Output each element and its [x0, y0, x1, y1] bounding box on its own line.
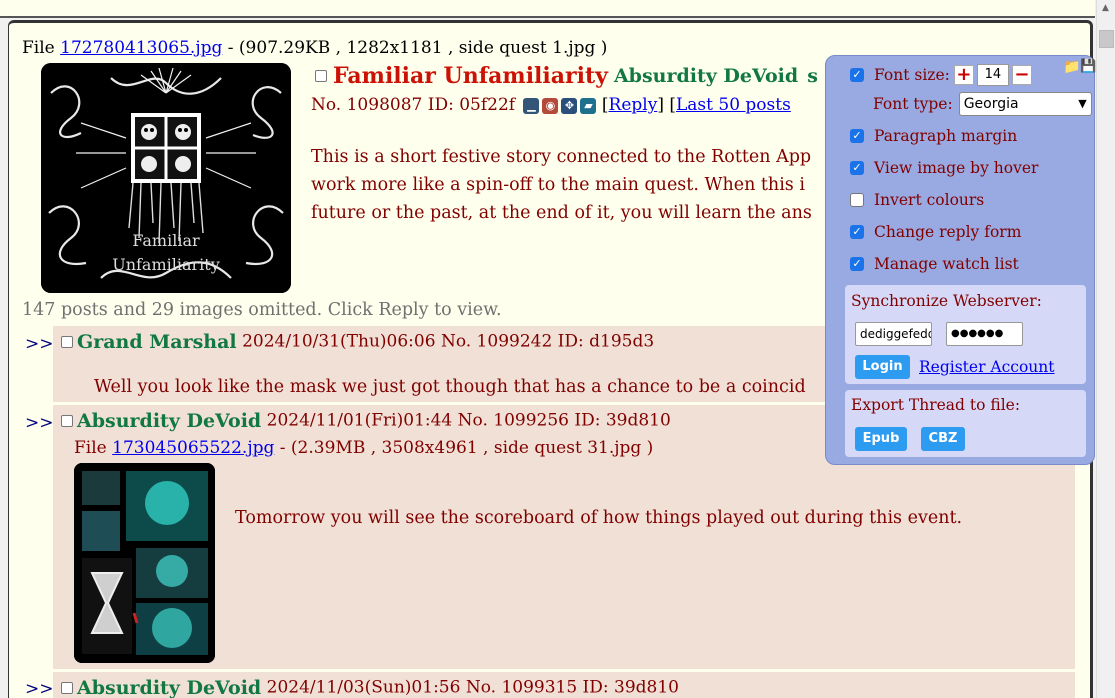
username-input[interactable]: dediggefedd [855, 322, 932, 346]
font-size-decrease-button[interactable]: − [1011, 65, 1032, 85]
reply-poster-name: Grand Marshal [77, 331, 237, 353]
op-header: Familiar Unfamiliarity Absurdity DeVoid s [315, 63, 818, 89]
watch-eye-icon[interactable]: ◉ [542, 97, 559, 114]
reply-file-label: File [74, 438, 107, 458]
browser-top-band [0, 0, 1095, 18]
font-type-row: Font type: Georgia ▼ [873, 92, 1092, 116]
reply-poster-name: Absurdity DeVoid [77, 410, 262, 432]
op-post-meta: No. 1098087 ID: 05f22f [311, 95, 516, 115]
login-button[interactable]: Login [855, 355, 910, 379]
paragraph-margin-checkbox[interactable]: ✓ [850, 129, 864, 143]
reply-thumbnail-image[interactable] [74, 463, 215, 663]
paragraph-margin-label: Paragraph margin [874, 127, 1018, 145]
reply-meta: 2024/11/01(Fri)01:44 No. 1099256 ID: 39d… [266, 410, 671, 431]
font-type-label: Font type: [873, 95, 953, 113]
export-thread-section: Export Thread to file: Epub CBZ [845, 390, 1086, 457]
op-subject: Familiar Unfamiliarity [333, 63, 608, 89]
manage-watch-list-label: Manage watch list [874, 255, 1019, 273]
view-image-hover-row[interactable]: ✓ View image by hover [850, 159, 1038, 177]
op-file-line: File 172780413065.jpg - (907.29KB , 1282… [22, 38, 607, 58]
settings-panel: 📁 💾 ✓ Font size: + 14 − Font type: Georg… [825, 55, 1096, 465]
reply-select-checkbox[interactable] [61, 682, 73, 694]
reply-link[interactable]: Reply [609, 95, 658, 115]
cbz-button[interactable]: CBZ [921, 427, 965, 451]
reply-select-checkbox[interactable] [61, 415, 73, 427]
reply-post: Absurdity DeVoid 2024/11/03(Sun)01:56 No… [53, 672, 1075, 698]
reply-select-checkbox[interactable] [61, 336, 73, 348]
view-image-hover-label: View image by hover [874, 159, 1039, 177]
op-poster-name: Absurdity DeVoid [613, 65, 799, 87]
op-meta-line: No. 1098087 ID: 05f22f ▁ ◉ ✥ ▰ [Reply] [Las… [311, 95, 791, 115]
vertical-scrollbar[interactable]: ▲ [1096, 0, 1115, 698]
reply-header: Absurdity DeVoid 2024/11/01(Fri)01:44 No… [61, 410, 671, 432]
quote-bubble-icon[interactable]: ▰ [580, 97, 597, 114]
save-icon[interactable]: 💾 [1080, 59, 1096, 74]
op-file-link[interactable]: 172780413065.jpg [60, 38, 222, 58]
reply-header: Absurdity DeVoid 2024/11/03(Sun)01:56 No… [61, 677, 679, 698]
reply-arrows: >> [25, 679, 54, 698]
reply-header: Grand Marshal 2024/10/31(Thu)06:06 No. 1… [61, 331, 654, 353]
op-thumb-caption-line1: Familiar [132, 231, 200, 250]
reply-arrows: >> [25, 413, 54, 433]
change-reply-form-label: Change reply form [874, 223, 1022, 241]
font-type-value: Georgia [963, 96, 1019, 112]
reply-file-link[interactable]: 173045065522.jpg [112, 438, 274, 458]
reply-artwork [74, 463, 215, 663]
export-thread-title: Export Thread to file: [851, 396, 1021, 414]
reply-text: Tomorrow you will see the scoreboard of … [235, 508, 963, 528]
font-size-increase-button[interactable]: + [953, 65, 974, 85]
manage-watch-list-row[interactable]: ✓ Manage watch list [850, 255, 1019, 273]
reply-file-line: File 173045065522.jpg - (2.39MB , 3508x4… [74, 438, 653, 458]
register-account-link[interactable]: Register Account [919, 358, 1055, 376]
op-file-label: File [22, 38, 55, 58]
change-reply-form-row[interactable]: ✓ Change reply form [850, 223, 1021, 241]
reply-file-info: - (2.39MB , 3508x4961 , side quest 31.jp… [274, 438, 654, 458]
font-size-input[interactable]: 14 [976, 64, 1009, 86]
scrollbar-thumb[interactable] [1099, 30, 1114, 48]
op-select-checkbox[interactable] [315, 70, 327, 82]
change-reply-form-checkbox[interactable]: ✓ [850, 225, 864, 239]
epub-button[interactable]: Epub [855, 427, 907, 451]
font-size-checkbox[interactable]: ✓ [850, 68, 864, 82]
folder-icon[interactable]: 📁 [1063, 59, 1080, 75]
scroll-up-arrow-icon[interactable]: ▲ [1102, 3, 1109, 13]
reply-arrows: >> [25, 334, 54, 354]
op-thumb-caption-line2: Unfamiliarity [112, 255, 220, 274]
invert-colours-checkbox[interactable] [850, 193, 864, 207]
manage-watch-list-checkbox[interactable]: ✓ [850, 257, 864, 271]
password-input[interactable]: ●●●●●● [946, 322, 1023, 346]
invert-colours-label: Invert colours [874, 191, 985, 209]
font-type-select[interactable]: Georgia ▼ [958, 92, 1092, 116]
font-size-label: Font size: [874, 66, 950, 84]
hide-post-icon[interactable]: ▁ [523, 97, 540, 114]
invert-colours-row[interactable]: Invert colours [850, 191, 984, 209]
op-file-info: - (907.29KB , 1282x1181 , side quest 1.j… [222, 38, 608, 58]
last-50-posts-link[interactable]: Last 50 posts [676, 95, 791, 115]
op-poster-tail: s [807, 65, 818, 87]
chevron-down-icon: ▼ [1078, 97, 1087, 110]
reply-text: Well you look like the mask we just got … [94, 377, 806, 397]
sync-webserver-title: Synchronize Webserver: [851, 292, 1042, 310]
reply-poster-name: Absurdity DeVoid [77, 677, 262, 698]
view-image-hover-checkbox[interactable]: ✓ [850, 161, 864, 175]
omitted-posts-note: 147 posts and 29 images omitted. Click R… [22, 300, 502, 320]
font-size-row: ✓ Font size: + 14 − [850, 64, 1032, 86]
paragraph-margin-row[interactable]: ✓ Paragraph margin [850, 127, 1017, 145]
reply-meta: 2024/10/31(Thu)06:06 No. 1099242 ID: d19… [242, 331, 655, 352]
reply-meta: 2024/11/03(Sun)01:56 No. 1099315 ID: 39d… [266, 677, 679, 698]
sync-webserver-section: Synchronize Webserver: dediggefedd ●●●●●… [845, 285, 1086, 384]
op-thumbnail-image[interactable]: Familiar Unfamiliarity [41, 63, 291, 293]
expand-icon[interactable]: ✥ [561, 97, 578, 114]
